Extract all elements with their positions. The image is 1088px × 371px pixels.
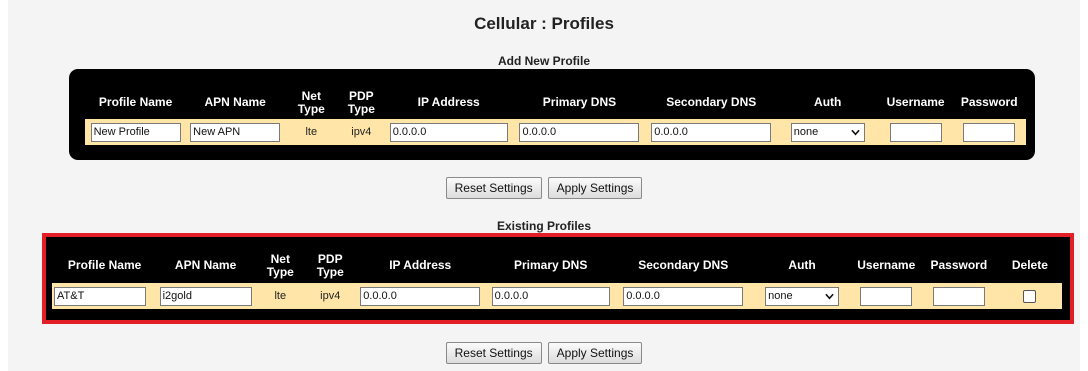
add-new-profile-heading: Add New Profile bbox=[497, 54, 590, 68]
header-auth: Auth bbox=[814, 95, 842, 109]
page: Cellular : Profiles Add New Profile Prof… bbox=[0, 0, 1088, 371]
header-net-type: Net Type bbox=[266, 251, 294, 279]
chevron-down-icon bbox=[851, 129, 860, 136]
net-type-value: lte bbox=[253, 283, 307, 309]
existing-profiles-table: Profile Name APN Name Net Type PDP Type … bbox=[52, 248, 1062, 309]
net-type-value: lte bbox=[284, 119, 339, 145]
password-input[interactable] bbox=[963, 122, 1016, 142]
secondary-dns-input[interactable] bbox=[651, 122, 772, 142]
header-primary-dns: Primary DNS bbox=[513, 258, 588, 272]
header-pdp-type: PDP Type bbox=[316, 251, 344, 279]
header-password: Password bbox=[930, 258, 988, 272]
apn-name-input[interactable] bbox=[159, 286, 252, 306]
secondary-dns-input[interactable] bbox=[623, 286, 744, 306]
password-input[interactable] bbox=[932, 286, 985, 306]
username-input[interactable] bbox=[889, 122, 942, 142]
primary-dns-input[interactable] bbox=[519, 122, 640, 142]
apn-name-input[interactable] bbox=[190, 122, 281, 142]
profile-name-input[interactable] bbox=[54, 286, 146, 306]
header-ip-address: IP Address bbox=[417, 95, 480, 109]
header-secondary-dns: Secondary DNS bbox=[666, 95, 757, 109]
auth-select[interactable]: none bbox=[790, 122, 865, 142]
primary-dns-input[interactable] bbox=[491, 286, 610, 306]
pdp-type-value: ipv4 bbox=[306, 283, 354, 309]
header-password: Password bbox=[960, 95, 1018, 109]
reset-settings-button[interactable]: Reset Settings bbox=[445, 342, 542, 364]
header-apn-name: APN Name bbox=[204, 95, 266, 109]
table-row: lte ipv4 none bbox=[85, 119, 1026, 145]
ip-address-input[interactable] bbox=[360, 286, 481, 306]
header-apn-name: APN Name bbox=[174, 258, 237, 272]
header-ip-address: IP Address bbox=[389, 258, 452, 272]
existing-profiles-heading: Existing Profiles bbox=[496, 219, 592, 233]
header-delete: Delete bbox=[1011, 258, 1048, 272]
add-new-button-row: Reset Settings Apply Settings bbox=[0, 177, 1088, 199]
header-profile-name: Profile Name bbox=[98, 95, 173, 109]
header-primary-dns: Primary DNS bbox=[542, 95, 617, 109]
auth-select-value: none bbox=[793, 126, 819, 138]
header-secondary-dns: Secondary DNS bbox=[638, 258, 729, 272]
page-title: Cellular : Profiles bbox=[474, 14, 614, 33]
apply-settings-button[interactable]: Apply Settings bbox=[547, 342, 643, 364]
reset-settings-button[interactable]: Reset Settings bbox=[445, 177, 542, 199]
header-net-type: Net Type bbox=[297, 88, 325, 116]
ip-address-input[interactable] bbox=[389, 122, 508, 142]
profile-name-input[interactable] bbox=[90, 122, 181, 142]
existing-button-row: Reset Settings Apply Settings bbox=[0, 342, 1088, 364]
delete-checkbox[interactable] bbox=[1023, 289, 1037, 303]
table-row: lte ipv4 none bbox=[52, 283, 1062, 309]
apply-settings-button[interactable]: Apply Settings bbox=[547, 177, 643, 199]
header-username: Username bbox=[857, 258, 916, 272]
pdp-type-value: ipv4 bbox=[338, 119, 385, 145]
header-username: Username bbox=[886, 95, 945, 109]
add-new-profile-table: Profile Name APN Name Net Type PDP Type … bbox=[85, 86, 1026, 145]
chevron-down-icon bbox=[825, 293, 834, 300]
username-input[interactable] bbox=[860, 286, 913, 306]
auth-select-value: none bbox=[768, 290, 793, 302]
auth-select[interactable]: none bbox=[765, 286, 840, 306]
header-profile-name: Profile Name bbox=[67, 258, 142, 272]
header-auth: Auth bbox=[788, 258, 816, 272]
header-pdp-type: PDP Type bbox=[347, 88, 375, 116]
